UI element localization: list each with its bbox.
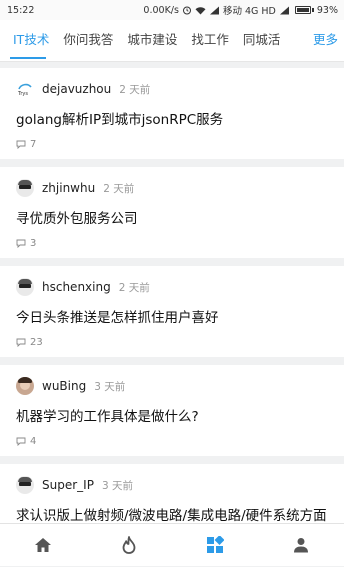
- nav-profile[interactable]: [271, 524, 331, 567]
- status-indicators: 0.00K/s 移动 4G HD 93%: [143, 3, 338, 17]
- profile-icon: [293, 537, 309, 553]
- tab-city-building[interactable]: 城市建设: [120, 20, 184, 62]
- post-author[interactable]: zhjinwhu: [42, 181, 95, 195]
- comment-icon: [16, 140, 26, 149]
- post-header: Trys dejavuzhou 2 天前: [16, 80, 328, 98]
- post-meta: 4: [16, 436, 328, 447]
- post-card[interactable]: wuBing 3 天前 机器学习的工作具体是做什么? 4: [0, 365, 344, 456]
- post-meta: 23: [16, 337, 328, 348]
- post-title[interactable]: 寻优质外包服务公司: [16, 209, 328, 229]
- post-meta: 7: [16, 139, 328, 150]
- post-author[interactable]: dejavuzhou: [42, 82, 111, 96]
- signal-icon-2: [279, 6, 290, 15]
- post-card[interactable]: Super_IP 3 天前 求认识版上做射频/微波电路/集成电路/硬件系统方面的…: [0, 464, 344, 523]
- post-title[interactable]: 今日头条推送是怎样抓住用户喜好: [16, 308, 328, 328]
- battery-percent: 93%: [317, 5, 338, 16]
- nav-hot[interactable]: [99, 524, 159, 567]
- nav-home[interactable]: [13, 524, 73, 567]
- post-card[interactable]: hschenxing 2 天前 今日头条推送是怎样抓住用户喜好 23: [0, 266, 344, 357]
- post-author[interactable]: wuBing: [42, 379, 86, 393]
- wifi-icon: [195, 6, 206, 15]
- status-bar: 15:22 0.00K/s 移动 4G HD 93%: [0, 0, 344, 20]
- tab-local-events[interactable]: 同城活: [236, 20, 288, 62]
- post-title[interactable]: 机器学习的工作具体是做什么?: [16, 407, 328, 427]
- nav-discover[interactable]: [185, 524, 245, 567]
- post-card[interactable]: zhjinwhu 2 天前 寻优质外包服务公司 3: [0, 167, 344, 258]
- post-header: wuBing 3 天前: [16, 377, 328, 395]
- post-header: Super_IP 3 天前: [16, 476, 328, 494]
- carrier-label: 移动 4G HD: [223, 3, 276, 17]
- grid-icon: [206, 536, 224, 554]
- flame-icon: [121, 536, 137, 554]
- post-author[interactable]: hschenxing: [42, 280, 111, 294]
- comment-count: 4: [30, 436, 36, 447]
- category-tab-bar: IT技术 你问我答 城市建设 找工作 同城活 更多: [0, 20, 344, 62]
- tab-jobs[interactable]: 找工作: [184, 20, 236, 62]
- more-tabs-button[interactable]: 更多: [301, 20, 344, 62]
- post-header: hschenxing 2 天前: [16, 278, 328, 296]
- bottom-navigation: [0, 523, 344, 566]
- post-time: 2 天前: [119, 280, 150, 295]
- avatar[interactable]: [16, 476, 34, 494]
- signal-icon: [209, 6, 220, 15]
- post-feed[interactable]: Trys dejavuzhou 2 天前 golang解析IP到城市jsonRP…: [0, 62, 344, 523]
- comment-count: 3: [30, 238, 36, 249]
- comment-icon: [16, 437, 26, 446]
- svg-text:Trys: Trys: [17, 91, 28, 97]
- avatar[interactable]: Trys: [16, 80, 34, 98]
- post-meta: 3: [16, 238, 328, 249]
- comment-icon: [16, 239, 26, 248]
- network-speed: 0.00K/s: [143, 5, 179, 16]
- battery-icon: [295, 6, 311, 14]
- tab-qa[interactable]: 你问我答: [56, 20, 120, 62]
- home-icon: [34, 537, 52, 553]
- post-title[interactable]: 求认识版上做射频/微波电路/集成电路/硬件系统方面的大大: [16, 506, 328, 523]
- comment-count: 23: [30, 337, 43, 348]
- post-time: 2 天前: [103, 181, 134, 196]
- post-time: 3 天前: [94, 379, 125, 394]
- post-author[interactable]: Super_IP: [42, 478, 94, 492]
- post-card[interactable]: Trys dejavuzhou 2 天前 golang解析IP到城市jsonRP…: [0, 68, 344, 159]
- post-time: 2 天前: [119, 82, 150, 97]
- alarm-icon: [182, 5, 192, 15]
- avatar[interactable]: [16, 179, 34, 197]
- avatar[interactable]: [16, 278, 34, 296]
- post-title[interactable]: golang解析IP到城市jsonRPC服务: [16, 110, 328, 130]
- avatar[interactable]: [16, 377, 34, 395]
- battery-tip: [312, 8, 314, 12]
- post-header: zhjinwhu 2 天前: [16, 179, 328, 197]
- tab-it-tech[interactable]: IT技术: [0, 20, 56, 62]
- comment-count: 7: [30, 139, 36, 150]
- comment-icon: [16, 338, 26, 347]
- status-time: 15:22: [7, 5, 34, 16]
- post-time: 3 天前: [102, 478, 133, 493]
